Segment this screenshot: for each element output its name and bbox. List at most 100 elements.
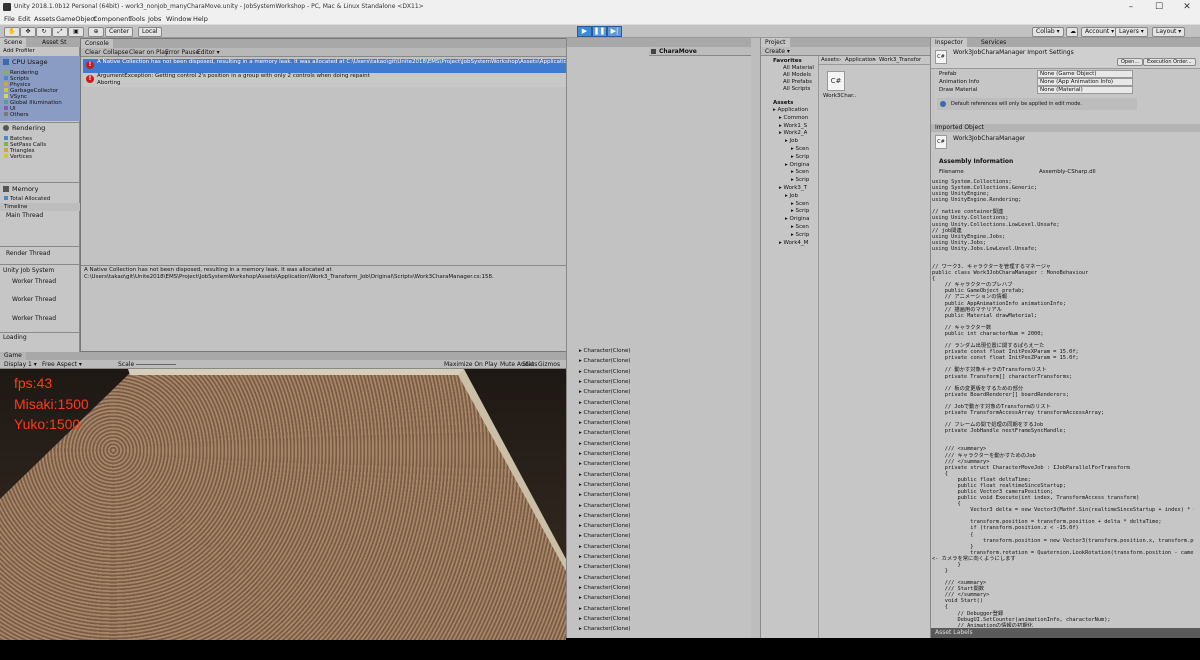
assets-label[interactable]: Assets — [773, 100, 793, 106]
menu-gameobject[interactable]: GameObject — [56, 15, 97, 23]
execution-order-button[interactable]: Execution Order... — [1143, 58, 1196, 66]
project-folder[interactable]: ▸ Application — [773, 107, 808, 113]
tab-inspector[interactable]: Inspector — [931, 38, 967, 47]
account-button[interactable]: Account ▾ — [1081, 27, 1119, 37]
hierarchy-item[interactable]: ▸ Character(Clone) — [579, 595, 631, 601]
hierarchy-item[interactable]: ▸ Character(Clone) — [579, 564, 631, 570]
rotate-tool-icon[interactable]: ↻ — [36, 27, 52, 37]
maximize-button[interactable]: ☐ — [1150, 1, 1168, 13]
add-profiler-button[interactable]: Add Profiler — [3, 48, 35, 54]
project-folder[interactable]: ▸ Scrip — [791, 232, 809, 238]
hierarchy-item[interactable]: ▸ Character(Clone) — [579, 492, 631, 498]
menu-jobs[interactable]: Jobs — [148, 15, 161, 23]
console-row[interactable]: ! ArgumentException: Getting control 2's… — [83, 73, 644, 87]
hierarchy-item[interactable]: ▸ Character(Clone) — [579, 544, 631, 550]
hierarchy-item[interactable]: ▸ Character(Clone) — [579, 379, 631, 385]
minimize-button[interactable]: – — [1122, 1, 1140, 13]
hierarchy-item[interactable]: ▸ Character(Clone) — [579, 523, 631, 529]
hierarchy-item[interactable]: ▸ Character(Clone) — [579, 441, 631, 447]
project-folder[interactable]: ▸ Scrip — [791, 177, 809, 183]
hierarchy-item[interactable]: ▸ Character(Clone) — [579, 606, 631, 612]
hierarchy-item[interactable]: ▸ Character(Clone) — [579, 575, 631, 581]
collab-button[interactable]: Collab ▾ — [1032, 27, 1064, 37]
cloud-icon[interactable]: ☁ — [1066, 27, 1078, 37]
close-button[interactable]: ✕ — [1178, 1, 1196, 13]
menu-assets[interactable]: Assets — [34, 15, 55, 23]
create-dropdown[interactable]: Create ▾ — [761, 47, 794, 56]
project-folder[interactable]: ▸ Scen — [791, 169, 809, 175]
favorite-item[interactable]: All Scripts — [783, 86, 810, 92]
favorite-item[interactable]: All Prefabs — [783, 79, 812, 85]
hierarchy-item[interactable]: ▸ Character(Clone) — [579, 585, 631, 591]
transform-tool-icon[interactable]: ⊕ — [88, 27, 104, 37]
play-button[interactable]: ▶ — [577, 26, 592, 37]
project-folder[interactable]: ▸ Origina — [785, 162, 810, 168]
timeline-dropdown[interactable]: Timeline — [0, 203, 80, 211]
cpu-legend-item[interactable]: Others — [0, 112, 80, 118]
gizmos-dropdown[interactable]: Gizmos ▾ — [534, 360, 566, 377]
hierarchy-item[interactable]: ▸ Character(Clone) — [579, 451, 631, 457]
editor-dropdown[interactable]: Editor ▾ — [193, 48, 224, 57]
job-system-label[interactable]: Unity Job System — [3, 267, 54, 274]
asset-labels-bar[interactable]: Asset Labels — [931, 628, 1200, 638]
project-folder[interactable]: ▸ Scrip — [791, 154, 809, 160]
hierarchy-item[interactable]: ▸ Character(Clone) — [579, 358, 631, 364]
open-button[interactable]: Open... — [1117, 58, 1144, 66]
console-row[interactable]: ! A Native Collection has not been dispo… — [83, 59, 644, 73]
menu-component[interactable]: Component — [93, 15, 131, 23]
project-folder[interactable]: ▸ Scen — [791, 224, 809, 230]
rendering-label[interactable]: Rendering — [12, 124, 45, 132]
animation-info-field[interactable]: None (App Animation Info) — [1037, 78, 1133, 86]
tab-game[interactable]: Game — [0, 352, 26, 360]
memory-legend-item[interactable]: Total Allocated — [0, 196, 80, 202]
tab-project[interactable]: Project — [761, 38, 790, 47]
project-folder[interactable]: ▸ Job — [785, 193, 798, 199]
display-dropdown[interactable]: Display 1 ▾ — [0, 360, 41, 369]
hierarchy-item[interactable]: ▸ Character(Clone) — [579, 533, 631, 539]
tab-console[interactable]: Console — [81, 39, 113, 48]
project-folder[interactable]: ▸ Work2_A — [779, 130, 807, 136]
pause-button[interactable]: ❚❚ — [592, 26, 607, 37]
hierarchy-item[interactable]: ▸ Character(Clone) — [579, 400, 631, 406]
hierarchy-item[interactable]: ▸ Character(Clone) — [579, 430, 631, 436]
scale-slider[interactable] — [136, 364, 176, 365]
breadcrumb-item[interactable]: Work3_Transfor — [879, 57, 921, 63]
tab-services[interactable]: Services — [977, 38, 1010, 47]
project-folder[interactable]: ▸ Scrip — [791, 208, 809, 214]
tab-scene[interactable]: Scene — [0, 38, 27, 47]
breadcrumb-item[interactable]: Assets — [821, 57, 839, 63]
favorite-item[interactable]: All Models — [783, 72, 811, 78]
aspect-dropdown[interactable]: Free Aspect ▾ — [38, 360, 86, 369]
hierarchy-item[interactable]: ▸ Character(Clone) — [579, 616, 631, 622]
project-folder[interactable]: ▸ Scen — [791, 146, 809, 152]
menu-window[interactable]: Window — [166, 15, 192, 23]
hierarchy-item[interactable]: ▸ Character(Clone) — [579, 389, 631, 395]
favorite-item[interactable]: All Material — [783, 65, 814, 71]
project-folder[interactable]: ▸ Common — [779, 115, 808, 121]
move-tool-icon[interactable]: ✥ — [20, 27, 36, 37]
hierarchy-item[interactable]: ▸ Character(Clone) — [579, 348, 631, 354]
maximize-on-play-toggle[interactable]: Maximize On Play — [440, 360, 501, 369]
menu-edit[interactable]: Edit — [18, 15, 31, 23]
rendering-legend-item[interactable]: Vertices — [0, 154, 80, 160]
hierarchy-item[interactable]: ▸ Character(Clone) — [579, 461, 631, 467]
loading-label[interactable]: Loading — [3, 334, 27, 341]
scene-name[interactable]: CharaMove — [659, 48, 697, 55]
game-render[interactable]: fps:43 Misaki:1500 Yuko:1500 — [0, 369, 566, 640]
file-name[interactable]: Work3Char.. — [823, 93, 856, 99]
prefab-field[interactable]: None (Game Object) — [1037, 70, 1133, 78]
hierarchy-item[interactable]: ▸ Character(Clone) — [579, 626, 631, 632]
layers-button[interactable]: Layers ▾ — [1115, 27, 1148, 37]
project-folder[interactable]: ▸ Work1_S — [779, 123, 807, 129]
csharp-file-icon[interactable]: C# — [827, 71, 845, 91]
hand-tool-icon[interactable]: ✋ — [4, 27, 20, 37]
hierarchy-item[interactable]: ▸ Character(Clone) — [579, 482, 631, 488]
hierarchy-item[interactable]: ▸ Character(Clone) — [579, 513, 631, 519]
breadcrumb-item[interactable]: Application — [845, 57, 876, 63]
project-folder[interactable]: ▸ Work3_T — [779, 185, 807, 191]
project-folder[interactable]: ▸ Job — [785, 138, 798, 144]
draw-material-field[interactable]: None (Material) — [1037, 86, 1133, 94]
menu-help[interactable]: Help — [193, 15, 208, 23]
hierarchy-item[interactable]: ▸ Character(Clone) — [579, 369, 631, 375]
project-folder[interactable]: ▸ Work4_M — [779, 240, 808, 246]
